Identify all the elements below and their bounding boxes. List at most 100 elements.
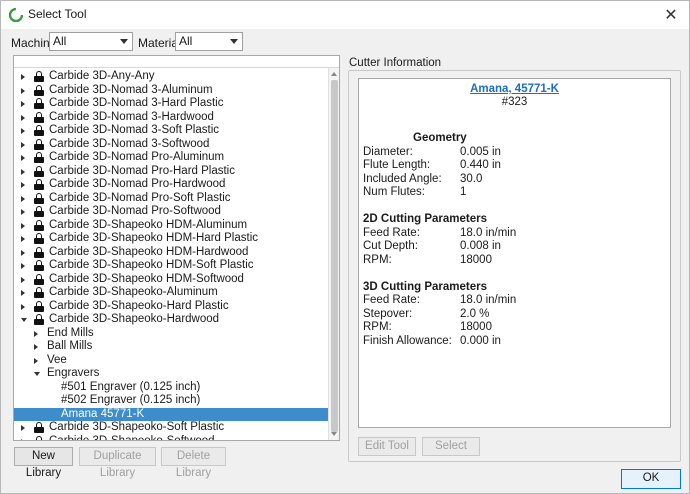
chevron-down-icon[interactable]	[21, 318, 27, 322]
tree-item-label: Ball Mills	[47, 340, 93, 352]
library-row[interactable]: Carbide 3D-Shapeoko HDM-Softwood	[14, 273, 328, 287]
tree-header	[14, 56, 339, 68]
param-value: 18.0 in/min	[460, 294, 517, 306]
scroll-up-icon[interactable]	[331, 72, 337, 76]
chevron-right-icon[interactable]	[21, 101, 25, 107]
library-row[interactable]: Carbide 3D-Shapeoko HDM-Soft Plastic	[14, 259, 328, 273]
chevron-right-icon[interactable]	[21, 155, 25, 161]
chevron-right-icon[interactable]	[21, 128, 25, 134]
chevron-right-icon[interactable]	[21, 209, 25, 215]
new-library-button[interactable]: New Library	[14, 447, 73, 479]
chevron-right-icon[interactable]	[21, 195, 25, 202]
tool-name-link[interactable]: Amana, 45771-K	[359, 83, 670, 95]
chevron-right-icon[interactable]	[21, 87, 25, 94]
library-row[interactable]: Carbide 3D-Nomad 3-Softwood	[14, 138, 328, 152]
library-row[interactable]: Carbide 3D-Any-Any	[14, 70, 328, 84]
scrollbar-thumb[interactable]	[331, 80, 338, 432]
lock-icon	[34, 165, 44, 177]
library-row[interactable]: Carbide 3D-Nomad Pro-Hardwood	[14, 178, 328, 192]
library-row[interactable]: Carbide 3D-Shapeoko HDM-Hardwood	[14, 246, 328, 260]
library-row[interactable]: Carbide 3D-Shapeoko-Hardwood	[14, 313, 328, 327]
chevron-right-icon[interactable]	[21, 141, 25, 148]
tree-rows: Carbide 3D-Any-Any Carbide 3D-Nomad 3-Alu…	[14, 70, 328, 440]
tree-item-label: #502 Engraver (0.125 inch)	[61, 394, 201, 406]
chevron-right-icon[interactable]	[21, 114, 25, 121]
tree-item-label: Carbide 3D-Any-Any	[49, 70, 155, 82]
chevron-right-icon[interactable]	[21, 249, 25, 256]
lock-icon	[34, 138, 44, 150]
chevron-right-icon[interactable]	[21, 290, 25, 296]
lock-icon	[34, 179, 44, 190]
geometry-title: Geometry	[413, 132, 467, 144]
tree-item-label: Carbide 3D-Shapeoko HDM-Hard Plastic	[49, 232, 258, 244]
tree-item-label: Carbide 3D-Nomad Pro-Soft Plastic	[49, 191, 231, 204]
library-tree[interactable]: Carbide 3D-Any-Any Carbide 3D-Nomad 3-Alu…	[13, 55, 340, 441]
close-icon[interactable]: ✕	[661, 5, 681, 25]
cutter-info-panel: Amana, 45771-K #323 Geometry Diameter: 0…	[358, 78, 671, 428]
chevron-right-icon[interactable]	[21, 168, 25, 175]
library-row[interactable]: Carbide 3D-Shapeoko HDM-Hard Plastic	[14, 232, 328, 246]
chevron-right-icon[interactable]	[21, 263, 25, 269]
edit-tool-button[interactable]: Edit Tool	[358, 437, 416, 456]
tree-item-label: #501 Engraver (0.125 inch)	[61, 380, 201, 393]
lock-icon	[34, 273, 44, 285]
lock-icon	[34, 314, 44, 325]
library-row[interactable]: Carbide 3D-Nomad Pro-Hard Plastic	[14, 165, 328, 179]
chevron-right-icon[interactable]	[21, 182, 25, 188]
chevron-down-icon	[120, 39, 128, 44]
params-2d-title: 2D Cutting Parameters	[363, 213, 487, 225]
tree-item-label: Carbide 3D-Nomad 3-Softwood	[49, 137, 210, 150]
tree-item-label: Carbide 3D-Nomad 3-Hardwood	[49, 110, 214, 123]
tree-item-label: Carbide 3D-Shapeoko-Hard Plastic	[49, 299, 229, 312]
library-row[interactable]: Carbide 3D-Nomad 3-Soft Plastic	[14, 124, 328, 138]
duplicate-library-button[interactable]: Duplicate Library	[79, 447, 156, 479]
library-row[interactable]: Carbide 3D-Nomad Pro-Soft Plastic	[14, 192, 328, 206]
tree-item-label: Carbide 3D-Nomad Pro-Softwood	[49, 205, 221, 217]
library-row[interactable]: Carbide 3D-Shapeoko-Softwood	[14, 435, 328, 440]
chevron-right-icon[interactable]	[21, 222, 25, 229]
tool-row[interactable]: #501 Engraver (0.125 inch)	[14, 381, 328, 395]
library-row[interactable]: Carbide 3D-Shapeoko-Hard Plastic	[14, 300, 328, 314]
library-row[interactable]: Carbide 3D-Shapeoko HDM-Aluminum	[14, 219, 328, 233]
ok-button[interactable]: OK	[621, 469, 681, 489]
lock-icon	[34, 84, 44, 96]
param-value: 1	[460, 186, 467, 198]
param-label: Num Flutes:	[363, 186, 425, 198]
material-select[interactable]: All	[175, 32, 243, 51]
tool-row[interactable]: #502 Engraver (0.125 inch)	[14, 394, 328, 408]
tool-number: #323	[501, 96, 528, 108]
tree-item-label: Carbide 3D-Shapeoko-Aluminum	[49, 286, 218, 298]
category-row[interactable]: Ball Mills	[14, 340, 328, 354]
chevron-right-icon[interactable]	[34, 357, 38, 364]
library-row[interactable]: Carbide 3D-Nomad Pro-Aluminum	[14, 151, 328, 165]
delete-library-button[interactable]: Delete Library	[161, 447, 226, 479]
library-row[interactable]: Carbide 3D-Nomad 3-Hardwood	[14, 111, 328, 125]
machine-select[interactable]: All	[49, 32, 133, 51]
library-row[interactable]: Carbide 3D-Shapeoko-Aluminum	[14, 286, 328, 300]
param-value: 30.0	[460, 173, 483, 185]
tree-item-label: Carbide 3D-Shapeoko-Soft Plastic	[49, 421, 225, 433]
chevron-right-icon[interactable]	[34, 330, 38, 337]
category-row[interactable]: Vee	[14, 354, 328, 368]
chevron-right-icon[interactable]	[21, 236, 25, 242]
chevron-right-icon[interactable]	[21, 276, 25, 283]
lock-icon	[34, 435, 44, 440]
chevron-right-icon[interactable]	[21, 74, 25, 80]
param-value: 18000	[460, 321, 492, 333]
library-row[interactable]: Carbide 3D-Nomad 3-Aluminum	[14, 84, 328, 98]
chevron-right-icon[interactable]	[21, 303, 25, 310]
chevron-right-icon[interactable]	[34, 344, 38, 350]
chevron-down-icon[interactable]	[34, 372, 40, 376]
tree-scrollbar[interactable]	[328, 68, 339, 440]
chevron-right-icon[interactable]	[21, 438, 25, 440]
library-row[interactable]: Carbide 3D-Nomad 3-Hard Plastic	[14, 97, 328, 111]
tool-row[interactable]: Amana 45771-K	[14, 407, 328, 421]
library-row[interactable]: Carbide 3D-Nomad Pro-Softwood	[14, 205, 328, 219]
scroll-down-icon[interactable]	[331, 432, 337, 436]
category-row[interactable]: Engravers	[14, 367, 328, 381]
library-row[interactable]: Carbide 3D-Shapeoko-Soft Plastic	[14, 421, 328, 435]
category-row[interactable]: End Mills	[14, 327, 328, 341]
chevron-right-icon[interactable]	[21, 425, 25, 431]
select-button[interactable]: Select	[422, 437, 480, 456]
param-label: Feed Rate:	[363, 227, 420, 239]
